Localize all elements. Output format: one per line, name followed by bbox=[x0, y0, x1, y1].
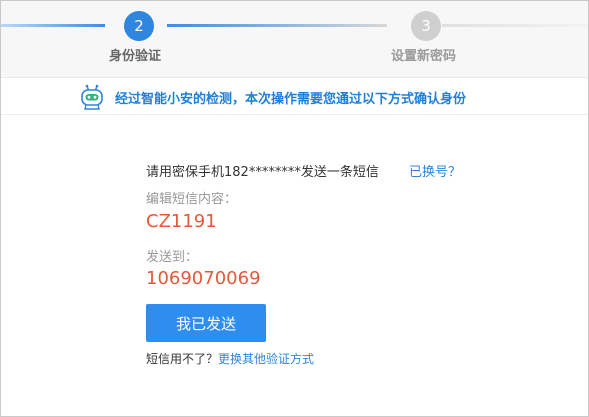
progress-line-completed bbox=[1, 24, 105, 27]
changed-number-link[interactable]: 已换号？ bbox=[409, 161, 461, 180]
security-notice-text: 经过智能小安的检测，本次操作需要您通过以下方式确认身份 bbox=[115, 92, 467, 107]
step-3-label: 设置新密码 bbox=[391, 49, 457, 64]
sms-instruction: 请用密保手机182********发送一条短信 bbox=[146, 165, 379, 180]
i-have-sent-button[interactable]: 我已发送 bbox=[146, 304, 266, 342]
progress-line-remaining bbox=[442, 24, 588, 27]
dialog-frame: 2 3 身份验证 设置新密码 经过智能小安的检测，本次操作需要您通过以下方式确认… bbox=[0, 0, 589, 417]
sms-unavailable-question: 短信用不了？ bbox=[146, 352, 219, 366]
change-verification-method-link[interactable]: 更换其他验证方式 bbox=[218, 352, 314, 366]
sms-content-value: CZ1191 bbox=[146, 211, 217, 232]
step-progress-bar: 2 3 身份验证 设置新密码 bbox=[1, 1, 588, 78]
send-to-label: 发送到： bbox=[146, 250, 199, 265]
step-2-circle: 2 bbox=[124, 11, 154, 41]
progress-line-pending bbox=[167, 24, 387, 27]
robot-assistant-icon bbox=[81, 84, 103, 110]
sms-content-label: 编辑短信内容： bbox=[146, 192, 238, 207]
security-notice-bar: 经过智能小安的检测，本次操作需要您通过以下方式确认身份 bbox=[1, 78, 588, 115]
step-2-label: 身份验证 bbox=[109, 49, 162, 64]
step-3-circle: 3 bbox=[411, 11, 441, 41]
alternative-method-row: 短信用不了？更换其他验证方式 bbox=[146, 350, 314, 367]
send-to-value: 1069070069 bbox=[146, 268, 261, 289]
